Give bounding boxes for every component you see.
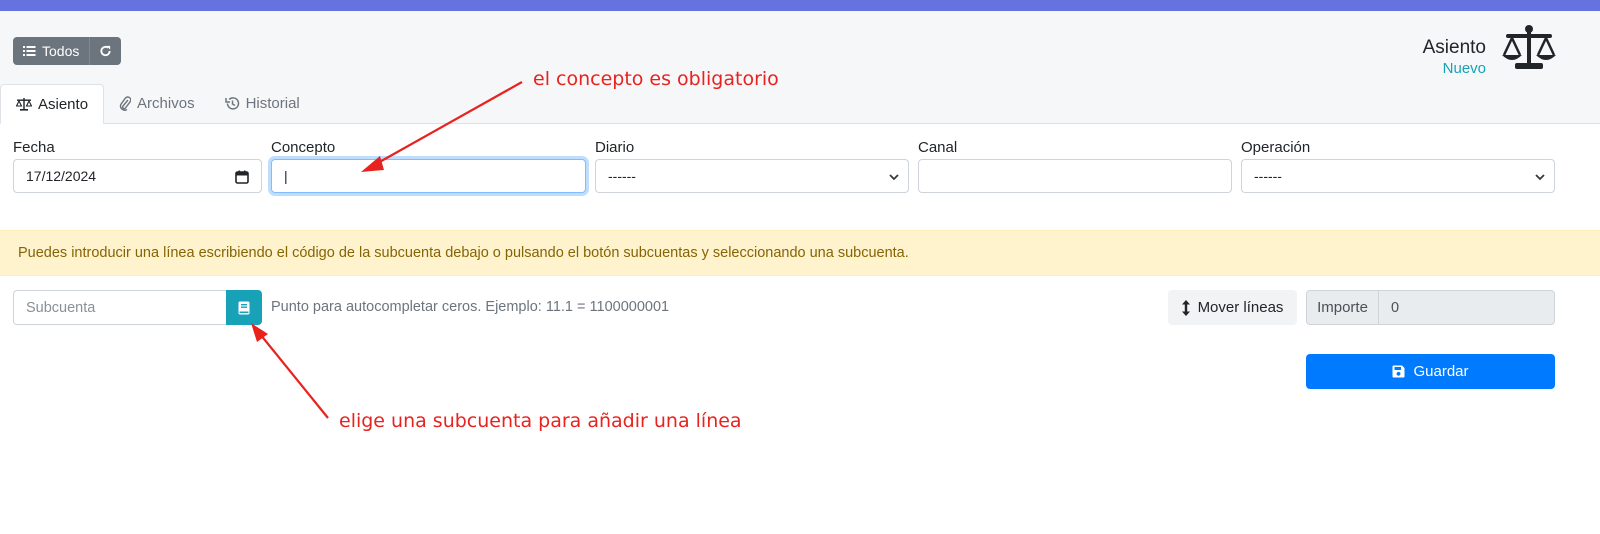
mover-lineas-button[interactable]: Mover líneas <box>1168 290 1297 325</box>
tab-bar: Asiento Archivos Historial <box>0 84 315 124</box>
save-icon <box>1392 365 1405 378</box>
list-icon <box>23 46 36 56</box>
fecha-field[interactable]: 17/12/2024 <box>13 159 262 193</box>
guardar-button[interactable]: Guardar <box>1306 354 1555 389</box>
tab-archivos[interactable]: Archivos <box>104 84 210 123</box>
info-alert: Puedes introducir una línea escribiendo … <box>0 230 1600 276</box>
scale-icon <box>16 98 32 111</box>
fecha-label: Fecha <box>13 139 55 156</box>
paperclip-icon <box>119 96 132 111</box>
subcuenta-arrow <box>259 333 329 419</box>
subcuenta-arrowhead <box>251 323 268 342</box>
subcuenta-placeholder: Subcuenta <box>26 299 96 316</box>
importe-label: Importe <box>1306 290 1379 325</box>
alert-text: Puedes introducir una línea escribiendo … <box>18 245 909 261</box>
chevron-down-icon <box>889 174 899 181</box>
concepto-annotation: el concepto es obligatorio <box>533 68 779 90</box>
importe-value: 0 <box>1391 299 1400 316</box>
diario-label: Diario <box>595 139 635 156</box>
subcuenta-annotation: elige una subcuenta para añadir una líne… <box>339 410 742 432</box>
mover-lineas-label: Mover líneas <box>1197 299 1284 316</box>
importe-field: 0 <box>1378 290 1555 325</box>
concepto-label: Concepto <box>271 139 336 156</box>
book-icon <box>238 301 250 314</box>
arrows-vertical-icon <box>1181 299 1190 316</box>
diario-select[interactable]: ------ <box>595 159 909 193</box>
calendar-icon[interactable] <box>235 170 249 184</box>
concepto-value: | <box>284 168 288 184</box>
canal-label: Canal <box>918 139 958 156</box>
refresh-button[interactable] <box>89 37 121 65</box>
page-subtitle: Nuevo <box>1442 60 1486 77</box>
todos-button-group: Todos <box>13 37 122 65</box>
subcuenta-input[interactable]: Subcuenta <box>13 290 226 325</box>
tab-asiento[interactable]: Asiento <box>0 84 105 124</box>
refresh-icon <box>100 45 111 56</box>
balance-scale-icon <box>1502 25 1556 69</box>
tab-historial[interactable]: Historial <box>210 84 315 123</box>
tab-asiento-label: Asiento <box>38 95 89 113</box>
operacion-label: Operación <box>1241 139 1311 156</box>
tab-historial-label: Historial <box>245 95 300 112</box>
page-title: Asiento <box>1422 37 1486 58</box>
autocomplete-hint: Punto para autocompletar ceros. Ejemplo:… <box>271 299 670 315</box>
fecha-value: 17/12/2024 <box>26 168 97 184</box>
diario-value: ------ <box>608 168 636 184</box>
subcuentas-button[interactable] <box>226 290 262 325</box>
operacion-value: ------ <box>1254 168 1282 184</box>
todos-label: Todos <box>42 43 80 59</box>
tab-archivos-label: Archivos <box>137 95 195 112</box>
operacion-select[interactable]: ------ <box>1241 159 1555 193</box>
chevron-down-icon <box>1535 174 1545 181</box>
guardar-label: Guardar <box>1413 363 1469 380</box>
canal-field[interactable] <box>918 159 1232 193</box>
title-block: Asiento Nuevo <box>1423 37 1486 79</box>
history-icon <box>224 97 239 110</box>
top-accent-bar <box>0 0 1600 11</box>
todos-button[interactable]: Todos <box>13 37 89 65</box>
concepto-field[interactable]: | <box>271 159 586 193</box>
